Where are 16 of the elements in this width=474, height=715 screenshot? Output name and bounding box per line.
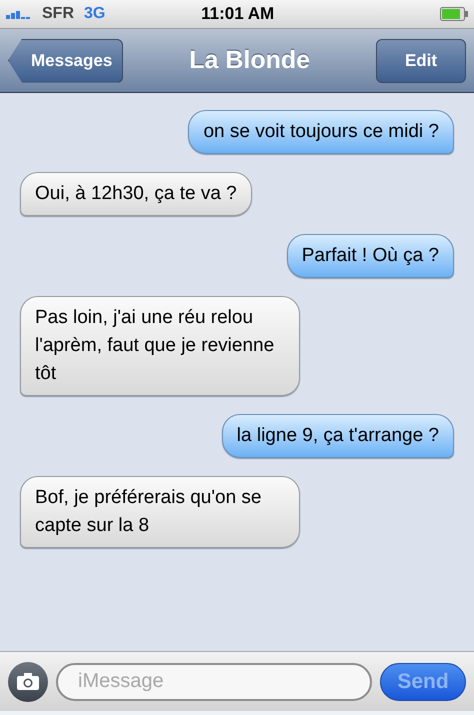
clock-time: 11:01 AM bbox=[201, 3, 274, 26]
message-bubble: Pas loin, j'ai une réu relou l'aprèm, faut que je revienne tôt bbox=[20, 296, 300, 396]
edit-button[interactable]: Edit bbox=[376, 38, 466, 82]
message-bubble: on se voit toujours ce midi ? bbox=[188, 110, 454, 154]
conversation-title: La Blonde bbox=[189, 44, 310, 76]
message-bubble: Bof, je préférerais qu'on se capte sur la 8 bbox=[20, 476, 300, 548]
network-type: 3G bbox=[84, 4, 106, 24]
carrier-name: SFR bbox=[42, 4, 74, 24]
camera-icon bbox=[17, 673, 39, 690]
message-bubble: Parfait ! Où ça ? bbox=[286, 234, 454, 278]
battery-icon bbox=[440, 7, 468, 21]
message-input-field[interactable]: iMessage bbox=[56, 662, 372, 700]
message-bubble: la ligne 9, ça t'arrange ? bbox=[222, 414, 454, 458]
back-button[interactable]: Messages bbox=[8, 38, 124, 82]
camera-button[interactable] bbox=[8, 662, 48, 702]
message-bubble: Oui, à 12h30, ça te va ? bbox=[20, 172, 252, 216]
